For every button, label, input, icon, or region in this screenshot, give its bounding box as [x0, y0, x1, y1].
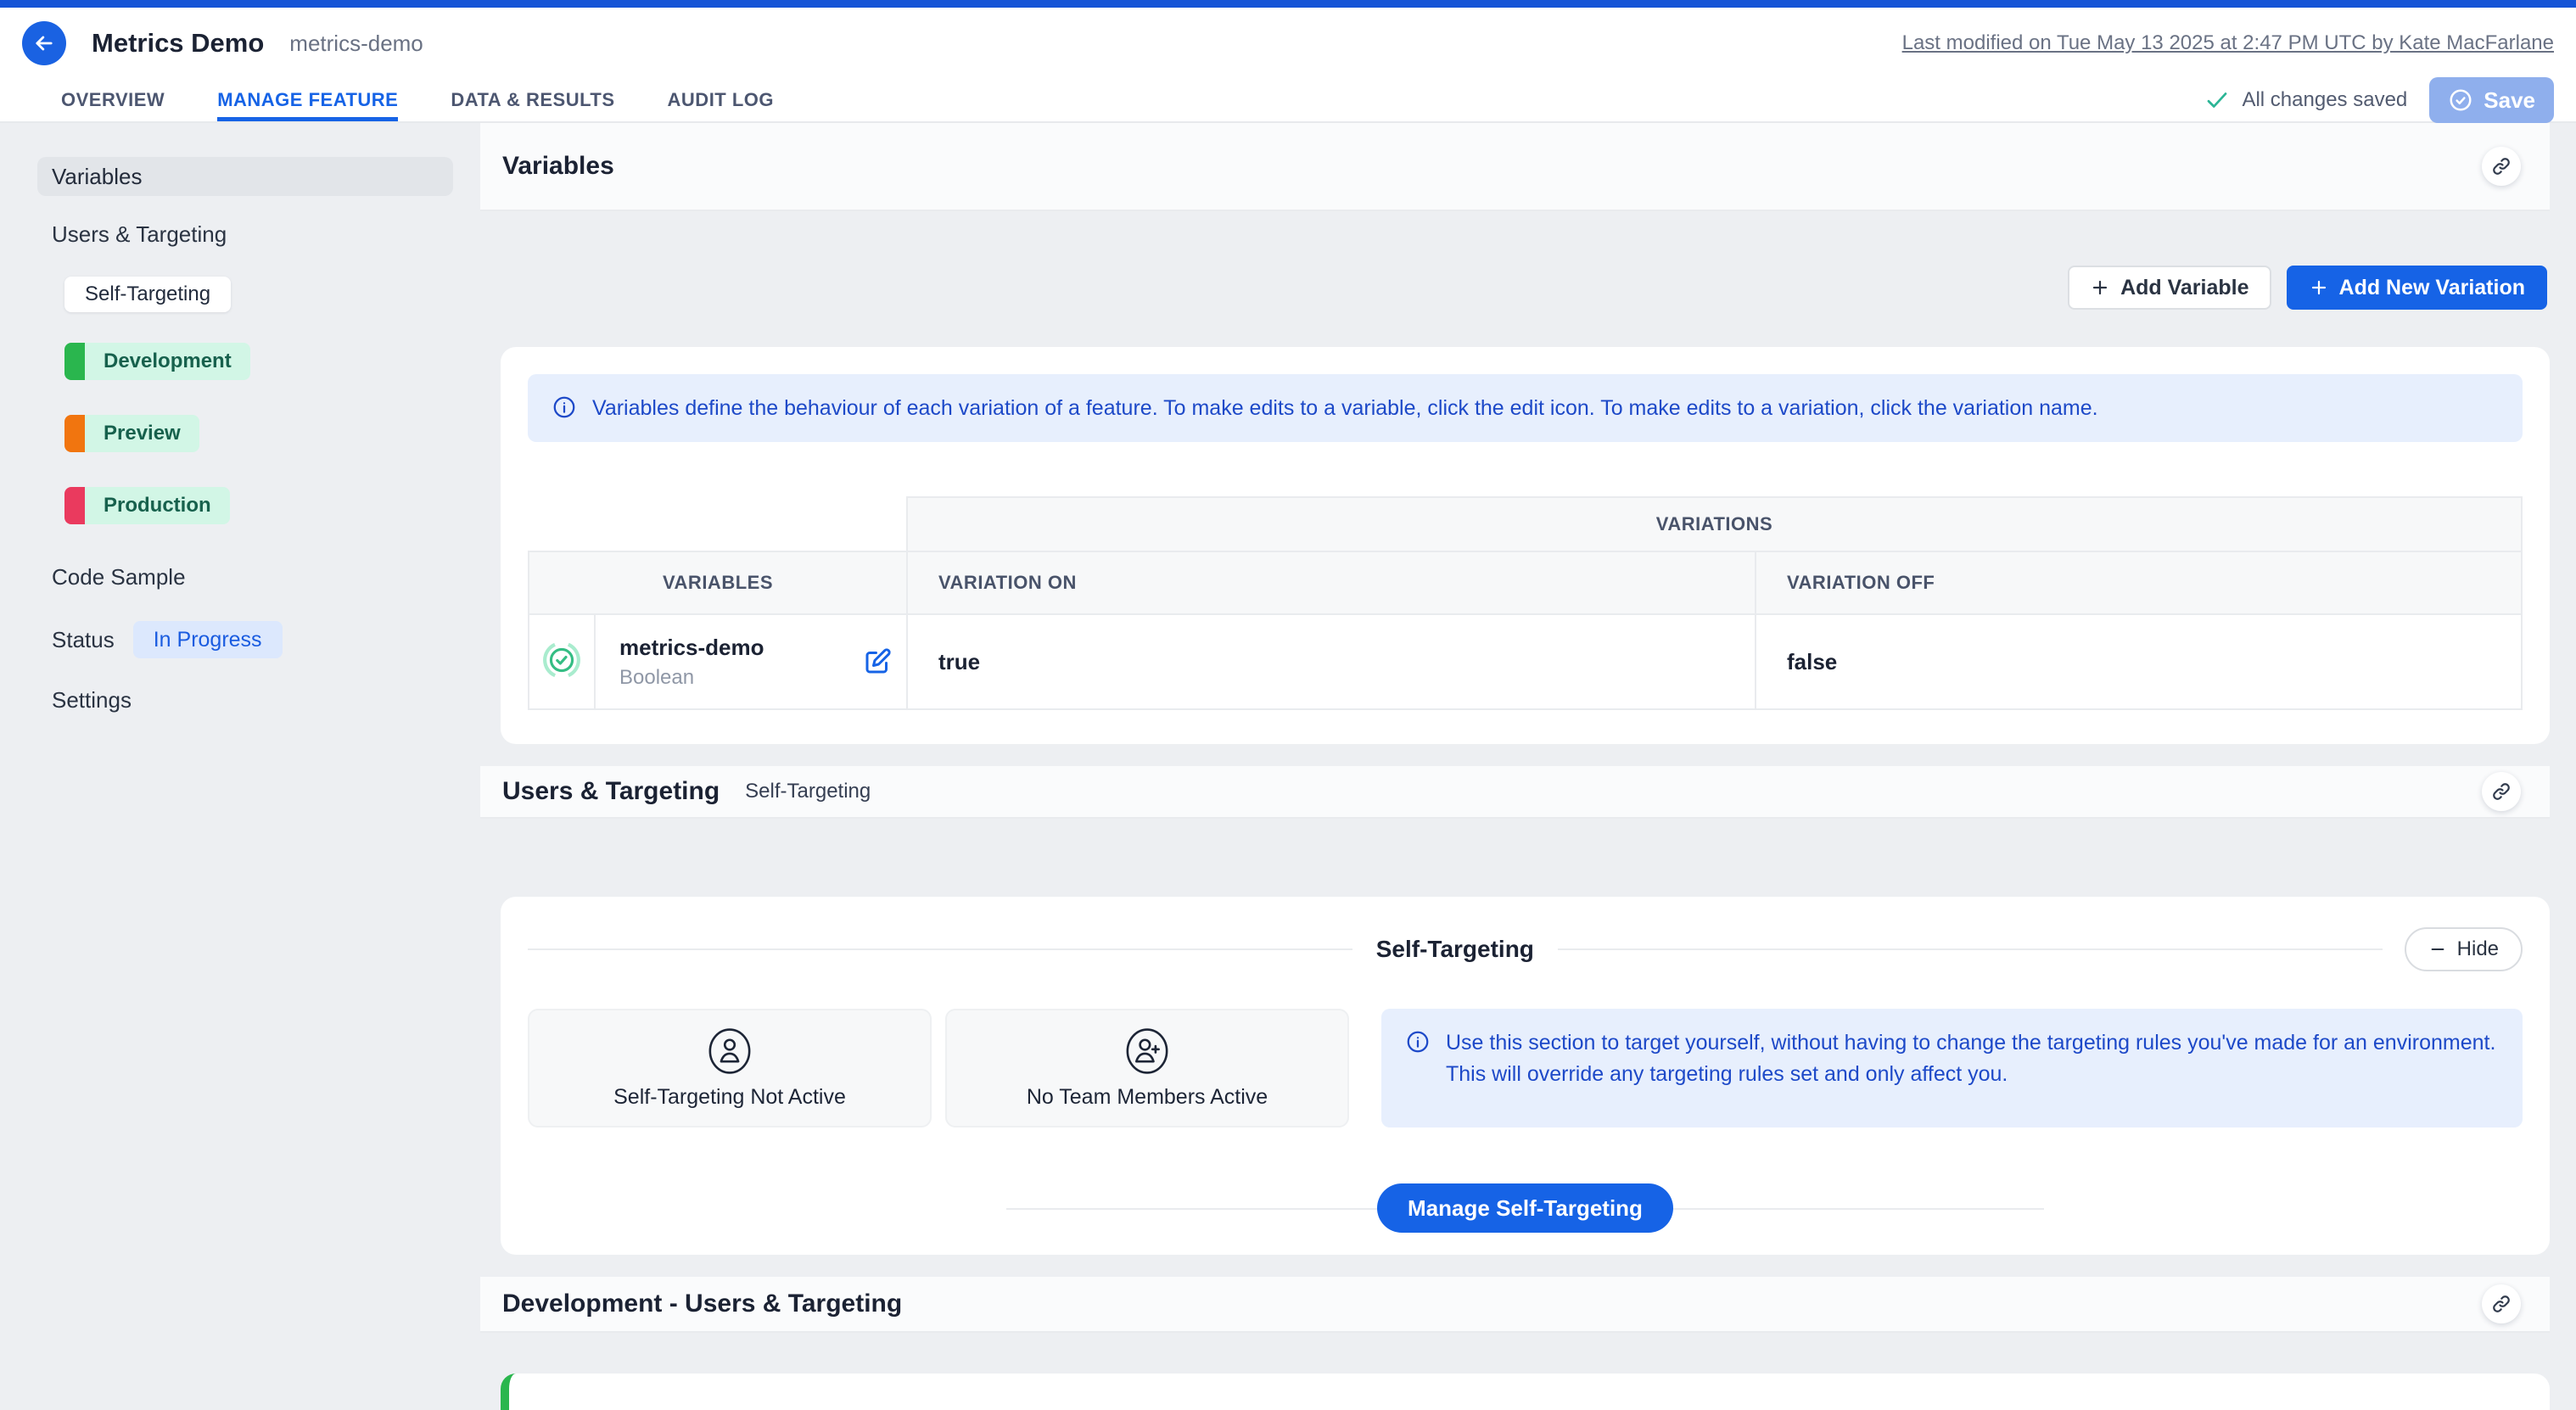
- development-section-title: Development - Users & Targeting: [502, 1290, 902, 1318]
- info-icon: [552, 393, 577, 420]
- self-targeting-status-card: Self-Targeting Not Active: [528, 1009, 932, 1127]
- variation-on-value: true: [907, 614, 1756, 709]
- save-status: All changes saved: [2204, 87, 2407, 113]
- sidebar-item-settings[interactable]: Settings: [52, 687, 480, 713]
- variables-section-title: Variables: [502, 152, 614, 181]
- person-plus-icon: [1124, 1027, 1170, 1075]
- manage-self-targeting-button[interactable]: Manage Self-Targeting: [1377, 1183, 1673, 1233]
- edit-pencil-icon: [862, 646, 893, 677]
- development-permalink-button[interactable]: [2482, 1284, 2521, 1323]
- column-header-variables: VARIABLES: [529, 551, 907, 614]
- sidebar-item-env-development[interactable]: Development: [64, 343, 250, 380]
- sidebar-item-status[interactable]: Status: [52, 627, 115, 653]
- tab-manage-feature[interactable]: MANAGE FEATURE: [217, 79, 398, 121]
- sidebar-item-env-preview[interactable]: Preview: [64, 415, 199, 452]
- development-color-swatch: [64, 343, 85, 380]
- sidebar-item-users-targeting[interactable]: Users & Targeting: [52, 221, 480, 248]
- variables-table: VARIATIONS VARIABLES VARIATION ON VARIAT…: [528, 496, 2523, 710]
- last-modified-text[interactable]: Last modified on Tue May 13 2025 at 2:47…: [1902, 31, 2554, 55]
- add-variable-label: Add Variable: [2120, 276, 2248, 300]
- self-targeting-card-title: Self-Targeting: [1352, 936, 1558, 963]
- sidebar-item-env-production[interactable]: Production: [64, 487, 230, 524]
- variable-type: Boolean: [619, 666, 764, 690]
- variables-permalink-button[interactable]: [2482, 147, 2521, 186]
- save-button[interactable]: Save: [2429, 77, 2554, 123]
- back-button[interactable]: [22, 21, 66, 65]
- production-color-swatch: [64, 487, 85, 524]
- development-targeting-card: Targeting ON Use targeting rules to conf…: [501, 1374, 2550, 1410]
- add-new-variation-label: Add New Variation: [2339, 276, 2525, 300]
- development-section-header: Development - Users & Targeting: [480, 1277, 2550, 1333]
- top-accent-bar: [0, 0, 2576, 8]
- users-targeting-title: Users & Targeting: [502, 777, 720, 806]
- person-icon: [707, 1027, 753, 1075]
- add-variable-button[interactable]: Add Variable: [2068, 266, 2271, 310]
- self-targeting-card: Self-Targeting Hide Self-Target: [501, 897, 2550, 1255]
- variables-info-text: Variables define the behaviour of each v…: [592, 393, 2098, 423]
- divider: [528, 948, 1352, 950]
- tab-overview[interactable]: OVERVIEW: [61, 79, 165, 121]
- column-header-variation-off: VARIATION OFF: [1756, 551, 2522, 614]
- minus-icon: [2428, 940, 2447, 959]
- development-label: Development: [85, 343, 250, 380]
- variables-section-header: Variables: [480, 123, 2550, 211]
- preview-label: Preview: [85, 415, 199, 452]
- users-targeting-permalink-button[interactable]: [2482, 772, 2521, 811]
- variable-name[interactable]: metrics-demo: [619, 635, 764, 661]
- section-sidebar: Variables Users & Targeting Self-Targeti…: [0, 123, 480, 1410]
- sidebar-item-self-targeting[interactable]: Self-Targeting: [64, 277, 231, 312]
- tab-audit-log[interactable]: AUDIT LOG: [668, 79, 775, 121]
- link-icon: [2491, 1294, 2512, 1314]
- circle-check-icon: [2448, 87, 2473, 113]
- add-new-variation-button[interactable]: Add New Variation: [2287, 266, 2547, 310]
- hide-button-label: Hide: [2457, 937, 2499, 961]
- sidebar-item-variables[interactable]: Variables: [37, 157, 453, 196]
- self-targeting-info-banner: Use this section to target yourself, wit…: [1381, 1009, 2523, 1127]
- back-arrow-icon: [32, 31, 56, 55]
- users-targeting-section-header: Users & Targeting Self-Targeting: [480, 766, 2550, 819]
- variables-info-banner: Variables define the behaviour of each v…: [528, 374, 2523, 442]
- status-badge[interactable]: In Progress: [133, 621, 283, 658]
- plus-icon: [2090, 277, 2110, 298]
- app-header: Metrics Demo metrics-demo Last modified …: [0, 8, 2576, 79]
- save-button-label: Save: [2484, 87, 2535, 114]
- check-icon: [2204, 87, 2230, 113]
- production-label: Production: [85, 487, 230, 524]
- link-icon: [2491, 781, 2512, 802]
- tab-bar: OVERVIEW MANAGE FEATURE DATA & RESULTS A…: [0, 79, 2576, 123]
- variable-active-icon: [542, 641, 581, 680]
- team-members-status-label: No Team Members Active: [1027, 1085, 1268, 1110]
- link-icon: [2491, 156, 2512, 176]
- divider: [1558, 948, 2383, 950]
- tab-data-results[interactable]: DATA & RESULTS: [451, 79, 614, 121]
- feature-key: metrics-demo: [289, 31, 423, 57]
- self-targeting-status-label: Self-Targeting Not Active: [613, 1085, 846, 1110]
- preview-color-swatch: [64, 415, 85, 452]
- self-targeting-info-text: Use this section to target yourself, wit…: [1446, 1027, 2499, 1089]
- hide-self-targeting-button[interactable]: Hide: [2405, 927, 2523, 971]
- table-row: metrics-demo Boolean true false: [529, 614, 2522, 709]
- sidebar-item-code-sample[interactable]: Code Sample: [52, 564, 480, 590]
- variables-card: Variables define the behaviour of each v…: [501, 347, 2550, 744]
- info-icon: [1405, 1027, 1431, 1055]
- main-content: Variables Add Variable Add New Variation: [480, 123, 2550, 1410]
- edit-variable-button[interactable]: [859, 643, 896, 680]
- column-header-variation-on: VARIATION ON: [907, 551, 1756, 614]
- save-status-label: All changes saved: [2242, 88, 2407, 112]
- variations-group-header: VARIATIONS: [907, 497, 2522, 551]
- page-title: Metrics Demo: [92, 28, 264, 59]
- variation-off-value: false: [1756, 614, 2522, 709]
- plus-icon: [2309, 277, 2329, 298]
- users-targeting-subtitle: Self-Targeting: [745, 780, 871, 803]
- team-members-status-card: No Team Members Active: [945, 1009, 1349, 1127]
